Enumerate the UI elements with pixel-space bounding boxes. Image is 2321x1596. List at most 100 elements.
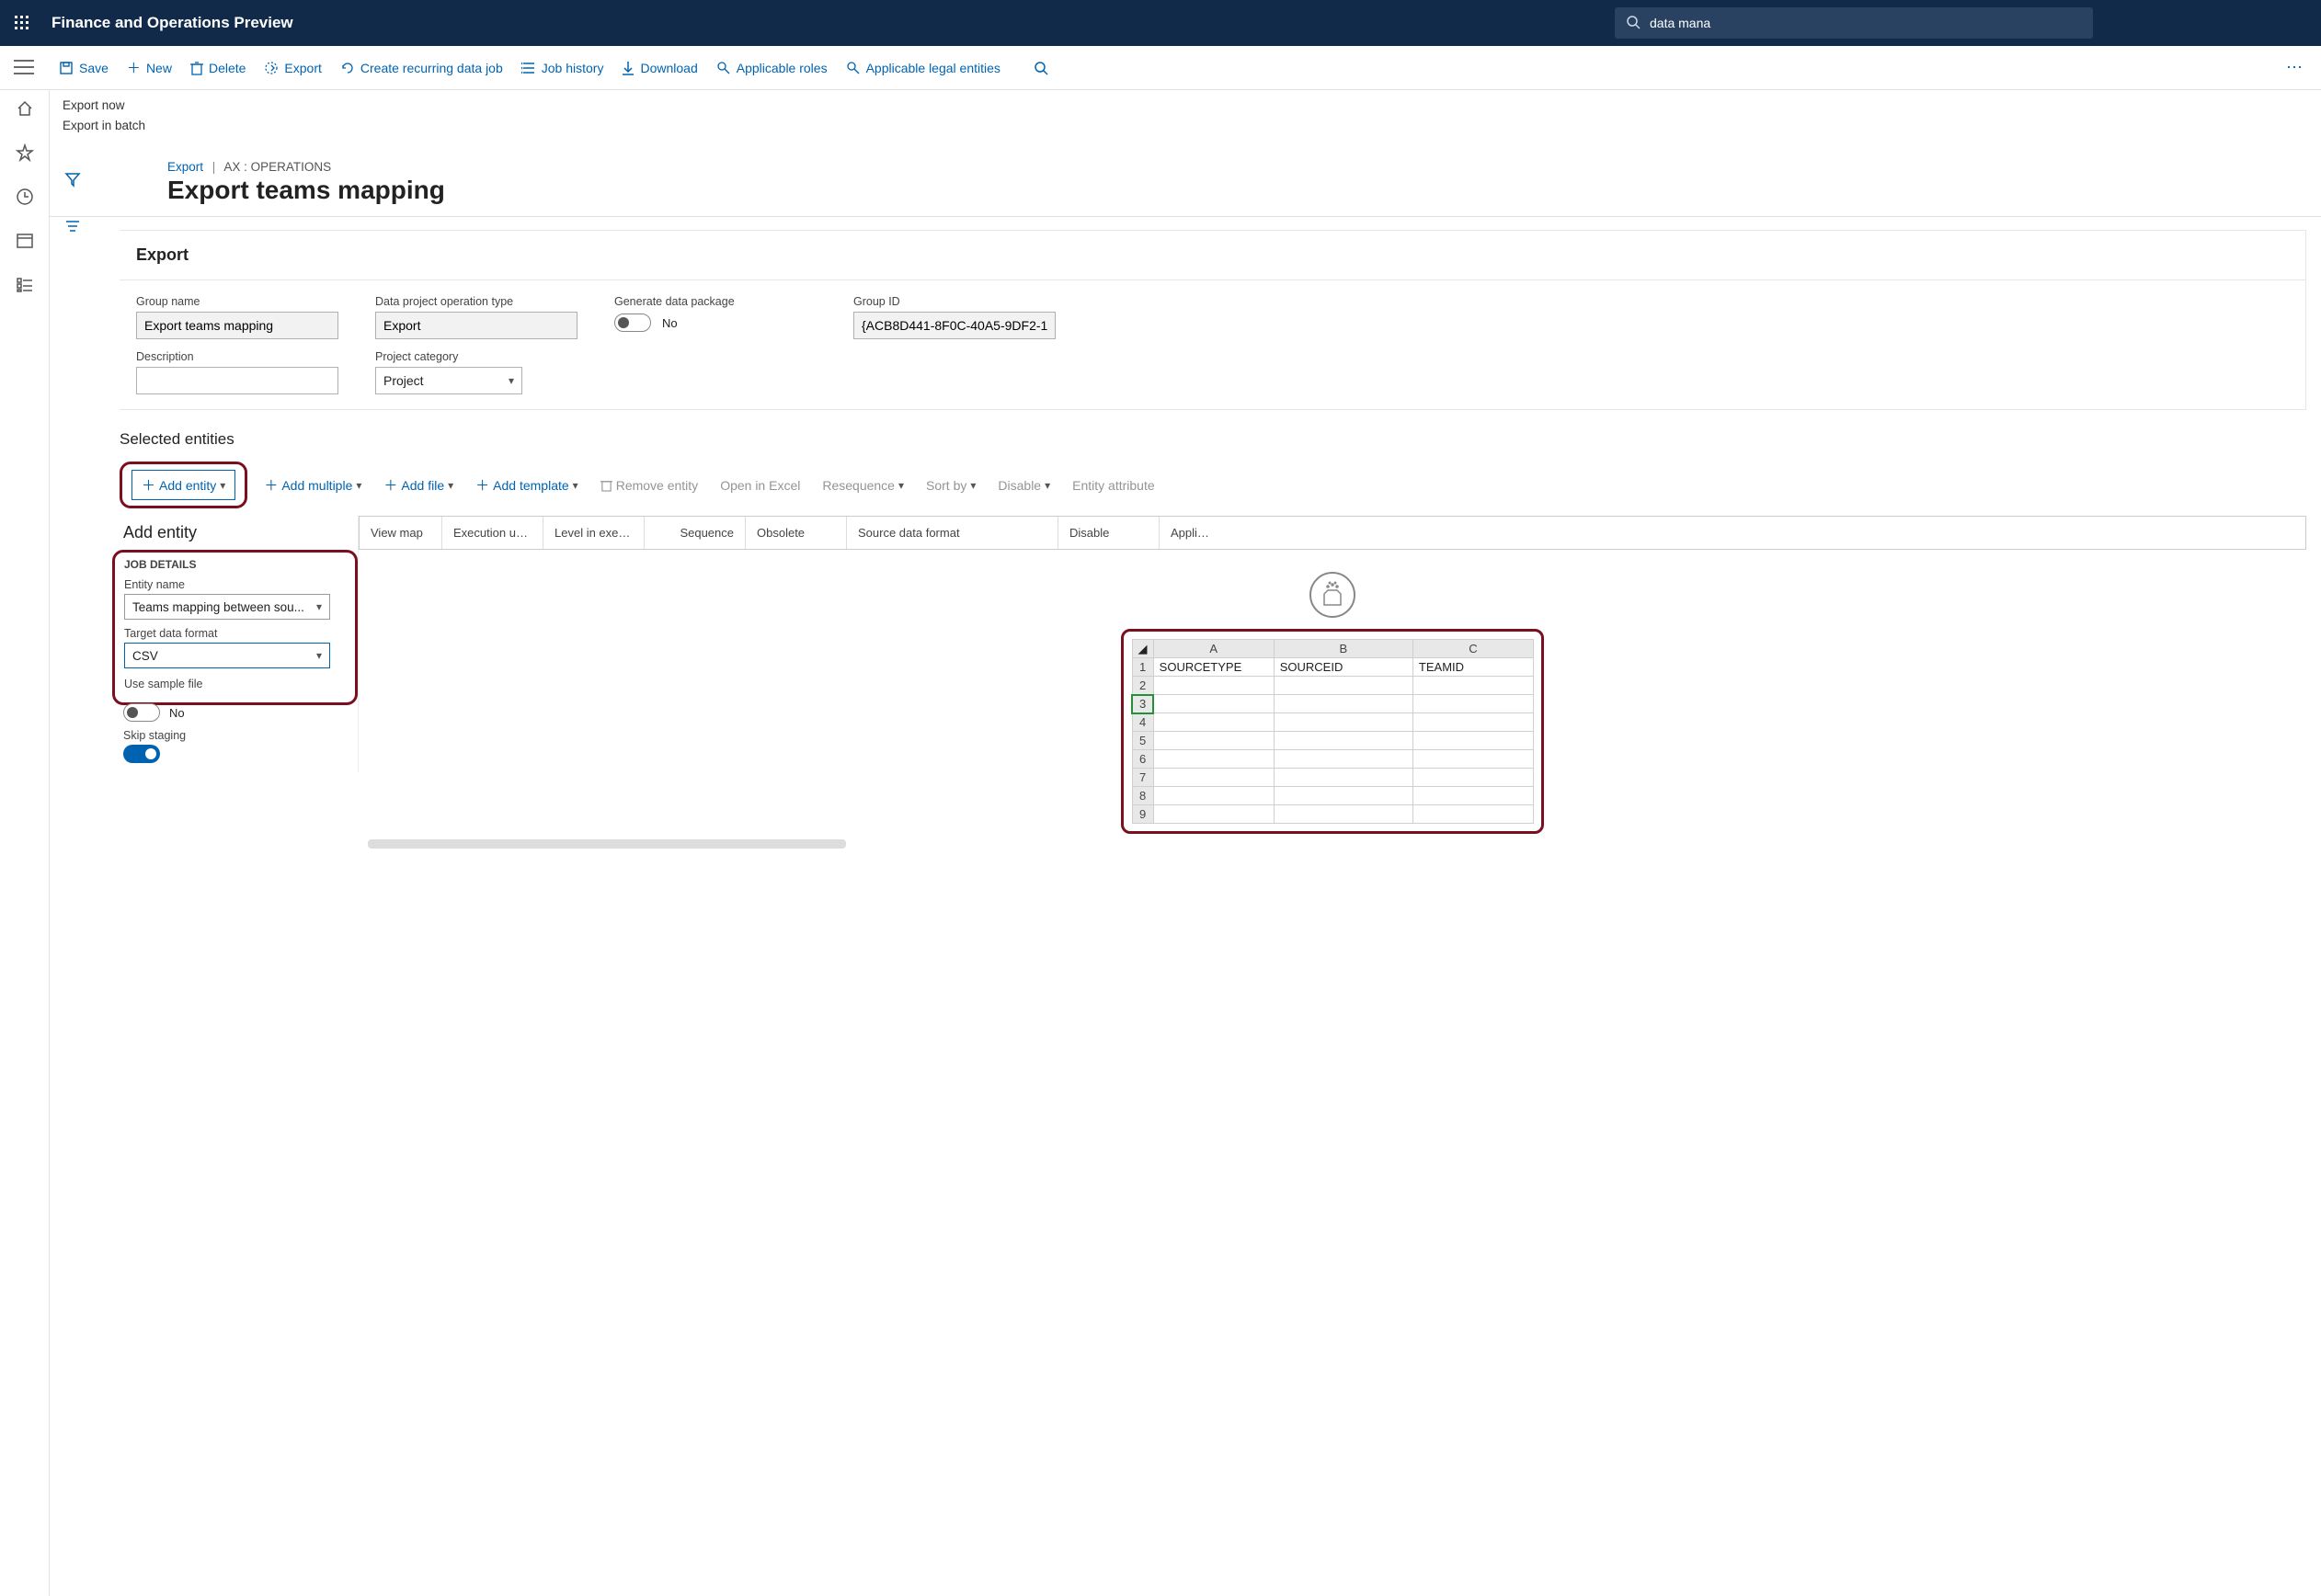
- excel-cell[interactable]: [1274, 750, 1412, 769]
- excel-rowhead[interactable]: 3: [1132, 695, 1153, 713]
- col-applicat[interactable]: Applicat: [1160, 517, 1224, 549]
- filter-icon[interactable]: [64, 171, 81, 190]
- excel-cell[interactable]: [1274, 805, 1412, 824]
- entity-attribute-button[interactable]: Entity attribute: [1067, 473, 1160, 497]
- target-format-select[interactable]: CSV ▾: [124, 643, 330, 668]
- breadcrumb-current: AX : OPERATIONS: [223, 160, 331, 174]
- excel-cell[interactable]: [1274, 769, 1412, 787]
- excel-cell[interactable]: [1274, 677, 1412, 695]
- export-now-button[interactable]: Export now: [63, 96, 145, 116]
- col-disable[interactable]: Disable: [1058, 517, 1160, 549]
- group-id-input[interactable]: [853, 312, 1056, 339]
- excel-cell[interactable]: [1153, 769, 1274, 787]
- excel-cell[interactable]: [1274, 695, 1412, 713]
- col-obsolete[interactable]: Obsolete: [746, 517, 847, 549]
- col-sequence[interactable]: Sequence: [645, 517, 746, 549]
- excel-rowhead[interactable]: 8: [1132, 787, 1153, 805]
- add-file-button[interactable]: ＋ Add file ▾: [378, 471, 459, 499]
- operation-type-input[interactable]: [375, 312, 577, 339]
- job-history-button[interactable]: Job history: [512, 46, 613, 89]
- delete-button[interactable]: Delete: [181, 46, 255, 89]
- excel-cell[interactable]: SOURCETYPE: [1153, 658, 1274, 677]
- find-button[interactable]: [1024, 46, 1058, 89]
- excel-rowhead[interactable]: 6: [1132, 750, 1153, 769]
- col-source-format[interactable]: Source data format: [847, 517, 1058, 549]
- excel-rowhead[interactable]: 2: [1132, 677, 1153, 695]
- disable-button[interactable]: Disable ▾: [992, 473, 1056, 497]
- favorites-icon[interactable]: [14, 142, 36, 164]
- excel-row: 8: [1132, 787, 1534, 805]
- col-level-exec[interactable]: Level in executi...: [543, 517, 645, 549]
- add-template-button[interactable]: ＋ Add template ▾: [470, 471, 584, 499]
- excel-cell[interactable]: [1153, 750, 1274, 769]
- excel-col-c[interactable]: C: [1412, 640, 1533, 658]
- excel-cell[interactable]: [1412, 805, 1533, 824]
- excel-cell[interactable]: [1412, 769, 1533, 787]
- save-label: Save: [79, 61, 109, 75]
- excel-corner[interactable]: ◢: [1132, 640, 1153, 658]
- col-execution-unit[interactable]: Execution unit ↑: [442, 517, 543, 549]
- download-button[interactable]: Download: [612, 46, 706, 89]
- excel-cell[interactable]: [1412, 677, 1533, 695]
- modules-icon[interactable]: [14, 274, 36, 296]
- excel-cell[interactable]: [1274, 713, 1412, 732]
- excel-cell[interactable]: [1274, 732, 1412, 750]
- open-excel-button[interactable]: Open in Excel: [715, 473, 806, 497]
- entity-name-select[interactable]: Teams mapping between sou... ▾: [124, 594, 330, 620]
- add-multiple-button[interactable]: ＋ Add multiple ▾: [258, 471, 367, 499]
- excel-col-a[interactable]: A: [1153, 640, 1274, 658]
- horizontal-scrollbar[interactable]: [368, 839, 846, 849]
- description-input[interactable]: [136, 367, 338, 394]
- recent-icon[interactable]: [14, 186, 36, 208]
- add-entity-button[interactable]: ＋ Add entity ▾: [131, 470, 235, 500]
- excel-cell[interactable]: [1412, 750, 1533, 769]
- excel-cell[interactable]: [1153, 695, 1274, 713]
- list-icon[interactable]: [64, 220, 81, 235]
- create-recurring-button[interactable]: Create recurring data job: [331, 46, 512, 89]
- skip-staging-toggle[interactable]: [123, 745, 160, 763]
- chevron-down-icon: ▾: [356, 479, 361, 492]
- excel-rowhead[interactable]: 7: [1132, 769, 1153, 787]
- excel-cell[interactable]: [1412, 695, 1533, 713]
- use-sample-value: No: [169, 706, 185, 720]
- app-launcher-icon[interactable]: [7, 8, 37, 38]
- export-batch-button[interactable]: Export in batch: [63, 116, 145, 136]
- excel-rowhead[interactable]: 4: [1132, 713, 1153, 732]
- excel-cell[interactable]: [1153, 677, 1274, 695]
- nav-menu-icon[interactable]: [14, 60, 36, 76]
- home-icon[interactable]: [14, 97, 36, 120]
- excel-cell[interactable]: [1153, 732, 1274, 750]
- save-button[interactable]: Save: [50, 46, 118, 89]
- delete-label: Delete: [209, 61, 246, 75]
- applicable-legal-button[interactable]: Applicable legal entities: [837, 46, 1010, 89]
- applicable-roles-button[interactable]: Applicable roles: [707, 46, 837, 89]
- sort-by-button[interactable]: Sort by ▾: [920, 473, 981, 497]
- excel-rowhead[interactable]: 5: [1132, 732, 1153, 750]
- more-commands-icon[interactable]: ⋯: [2275, 58, 2314, 77]
- excel-rowhead[interactable]: 9: [1132, 805, 1153, 824]
- remove-entity-button[interactable]: Remove entity: [595, 473, 703, 497]
- excel-cell[interactable]: [1274, 787, 1412, 805]
- excel-cell[interactable]: [1412, 732, 1533, 750]
- excel-rowhead[interactable]: 1: [1132, 658, 1153, 677]
- excel-cell[interactable]: [1153, 713, 1274, 732]
- group-name-input[interactable]: [136, 312, 338, 339]
- breadcrumb-link[interactable]: Export: [167, 160, 203, 174]
- new-button[interactable]: ＋ New: [118, 46, 181, 89]
- excel-cell[interactable]: SOURCEID: [1274, 658, 1412, 677]
- excel-cell[interactable]: [1412, 713, 1533, 732]
- col-view-map[interactable]: View map: [360, 517, 442, 549]
- search-input[interactable]: [1650, 16, 2082, 30]
- excel-cell[interactable]: [1153, 787, 1274, 805]
- export-button[interactable]: Export: [255, 46, 330, 89]
- excel-cell[interactable]: TEAMID: [1412, 658, 1533, 677]
- workspaces-icon[interactable]: [14, 230, 36, 252]
- excel-cell[interactable]: [1412, 787, 1533, 805]
- resequence-button[interactable]: Resequence ▾: [817, 473, 909, 497]
- excel-cell[interactable]: [1153, 805, 1274, 824]
- global-search[interactable]: [1615, 7, 2093, 39]
- project-category-select[interactable]: Project ▾: [375, 367, 522, 394]
- use-sample-toggle[interactable]: [123, 703, 160, 722]
- generate-package-toggle[interactable]: [614, 314, 651, 332]
- excel-col-b[interactable]: B: [1274, 640, 1412, 658]
